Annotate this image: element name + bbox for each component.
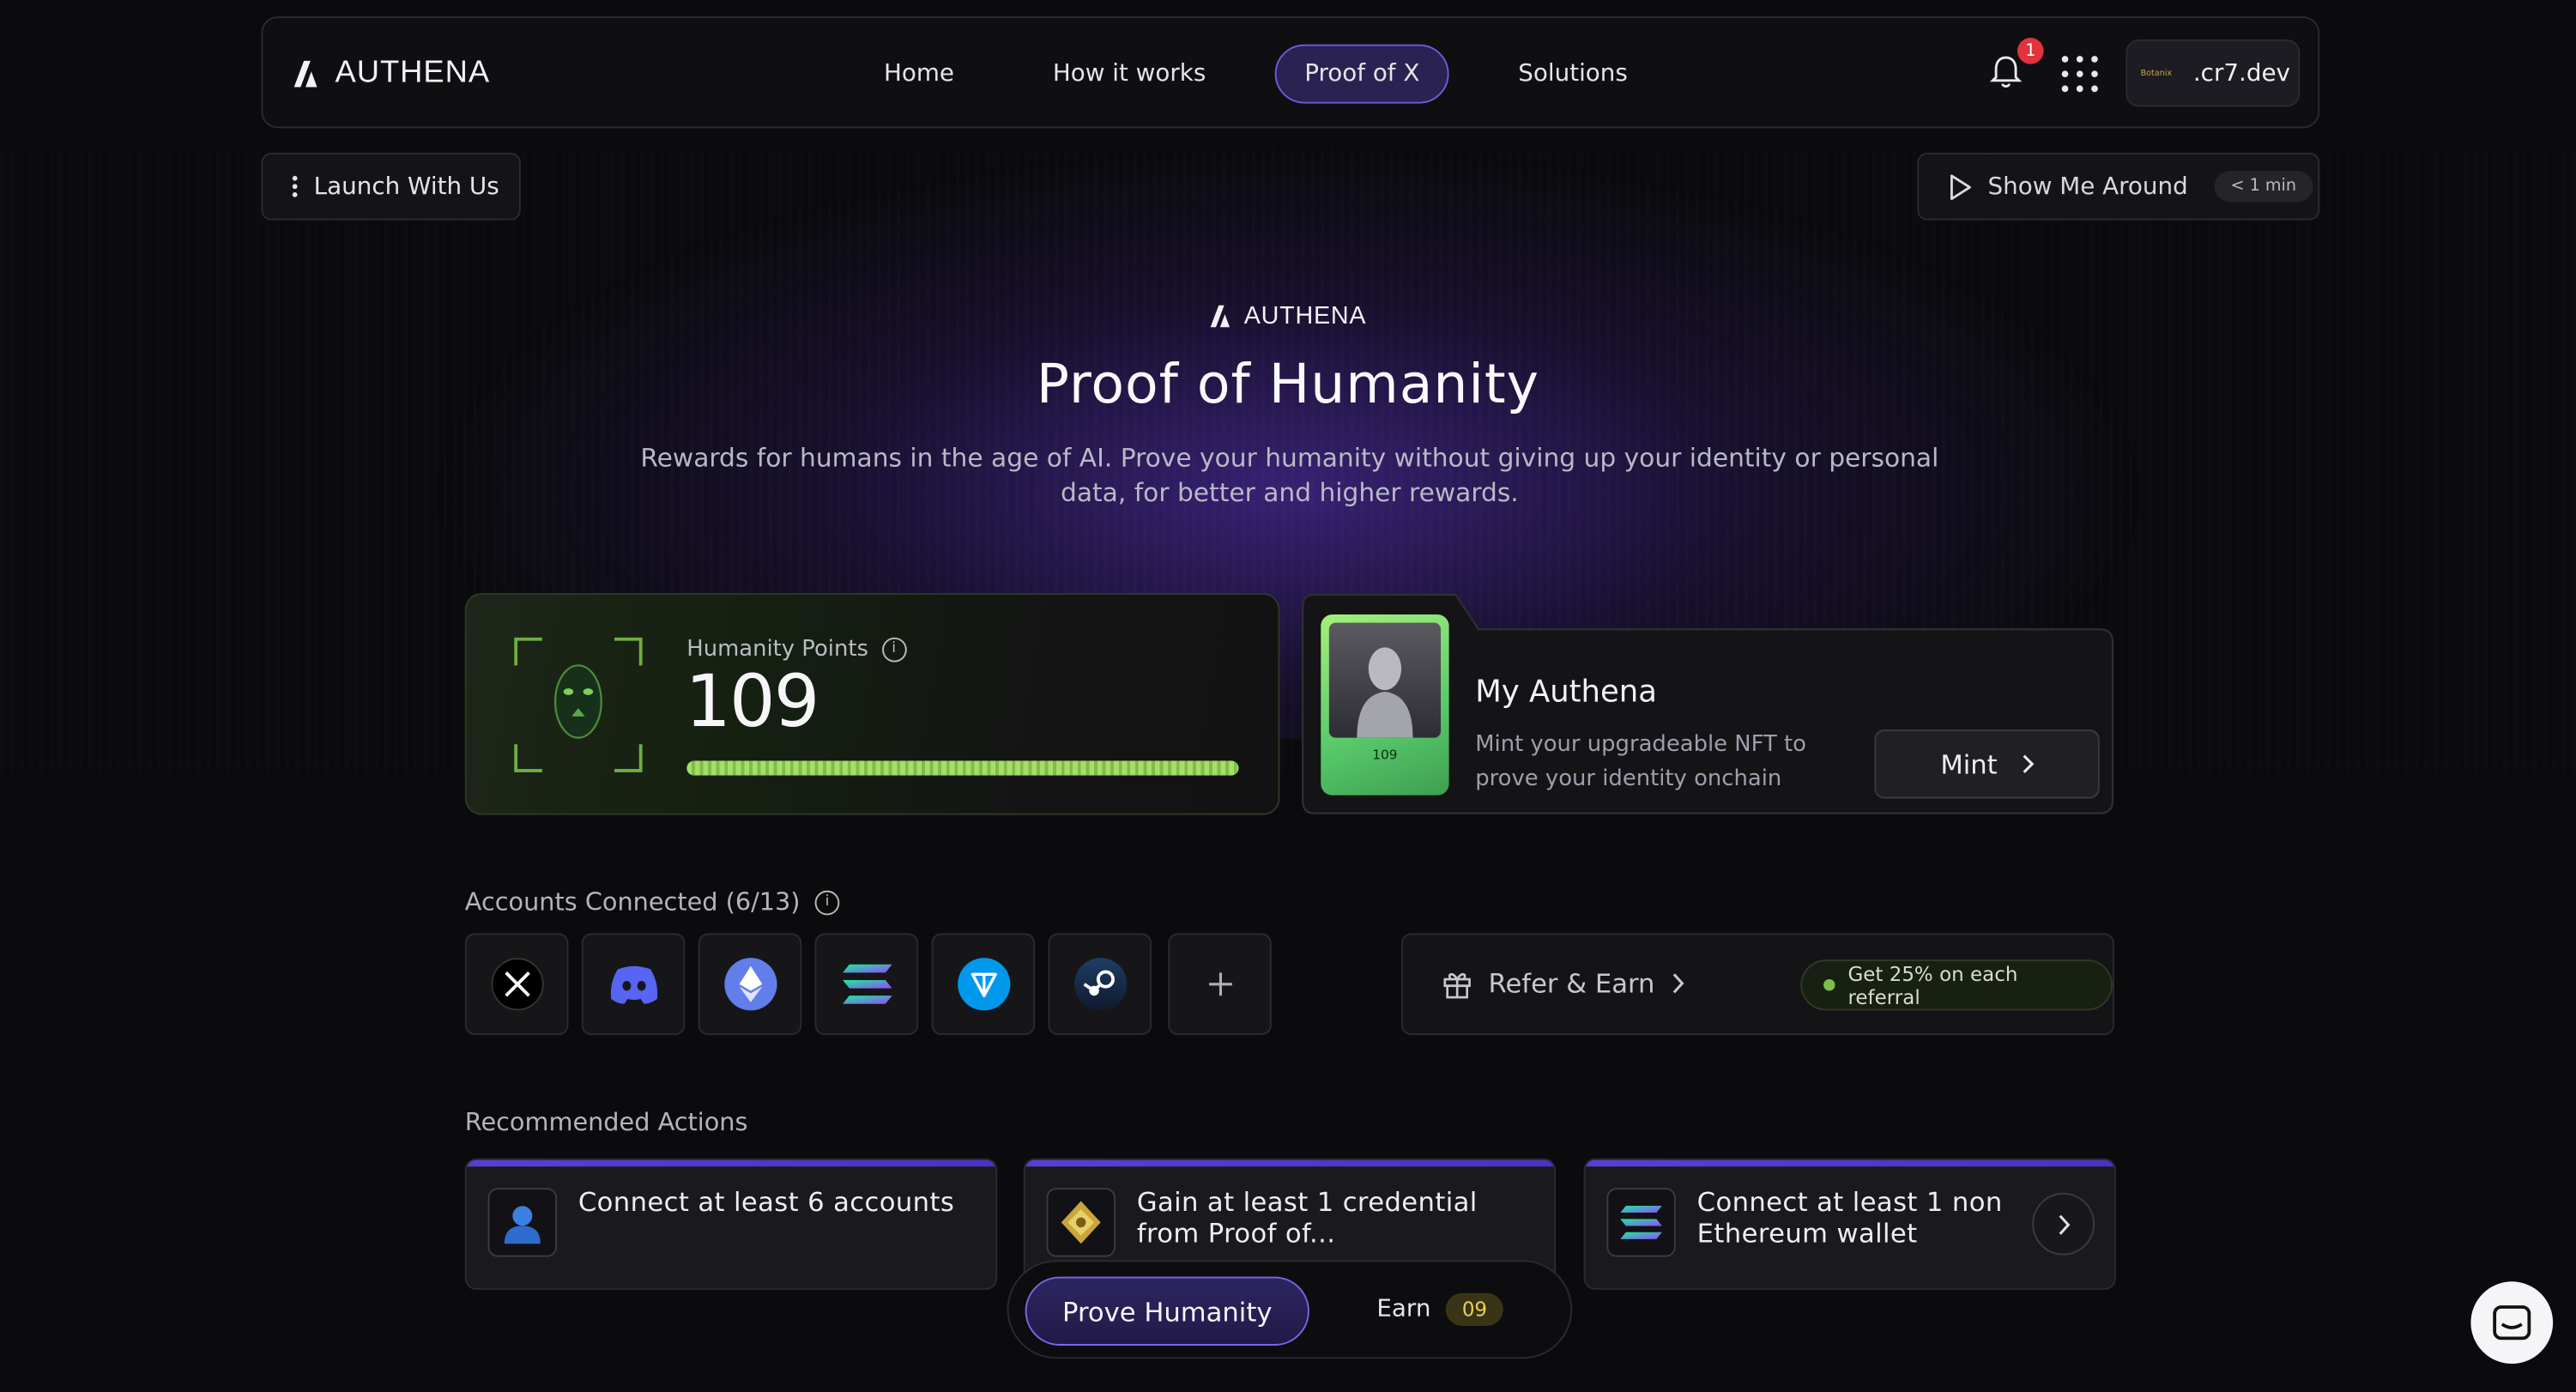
chat-icon (2493, 1305, 2531, 1341)
ethereum-icon (723, 958, 777, 1011)
add-account-button[interactable] (1168, 933, 1272, 1036)
earn-tab[interactable]: Earn 09 (1376, 1292, 1504, 1327)
nav-link-home[interactable]: Home (855, 45, 984, 104)
refer-label: Refer & Earn (1488, 967, 1655, 1000)
recommended-action-text: Connect at least 1 non Ethereum wallet (1696, 1186, 2003, 1250)
chat-support-button[interactable] (2470, 1281, 2554, 1365)
status-dot (1823, 979, 1835, 991)
humanity-points-value: 109 (685, 660, 819, 745)
nav-link-how-it-works[interactable]: How it works (1023, 45, 1235, 104)
gift-icon (1443, 972, 1471, 998)
user-icon (487, 1188, 558, 1257)
x-icon (490, 958, 543, 1011)
page-subtitle: Rewards for humans in the age of AI. Pro… (640, 443, 1939, 508)
humanity-points-progress-fill (686, 760, 1239, 776)
apps-grid-icon[interactable] (2061, 56, 2098, 93)
chevron-right-icon (1673, 973, 1684, 994)
humanity-points-progress (686, 760, 1239, 776)
account-tile-discord[interactable] (581, 933, 686, 1036)
recommended-action-card[interactable]: Connect at least 6 accounts (464, 1158, 998, 1290)
bottom-dock: Prove Humanity Earn 09 (1007, 1260, 1573, 1359)
discord-icon (609, 965, 657, 1004)
nft-preview: 109 (1321, 614, 1449, 796)
plus-icon (1208, 972, 1231, 996)
recommended-action-text: Gain at least 1 credential from Proof of… (1136, 1186, 1478, 1250)
brand-name: AUTHENA (335, 56, 491, 91)
earn-label: Earn (1376, 1296, 1431, 1323)
chevron-right-icon (2059, 1213, 2071, 1234)
launch-label: Launch With Us (313, 172, 499, 200)
nft-description: Mint your upgradeable NFT to prove your … (1475, 730, 1806, 792)
nft-title: My Authena (1475, 675, 1657, 711)
kebab-icon (292, 175, 298, 197)
launch-with-us-button[interactable]: Launch With Us (261, 153, 521, 221)
account-tile-ethereum[interactable] (698, 933, 802, 1036)
recommended-action-card[interactable]: Connect at least 1 non Ethereum wallet (1583, 1158, 2116, 1290)
solana-icon (1606, 1188, 1676, 1257)
bell-icon[interactable] (1989, 54, 2023, 90)
info-icon[interactable]: i (881, 636, 906, 662)
page-title: Proof of Humanity (1036, 351, 1539, 416)
account-chain-chip: Botanix (2140, 68, 2173, 78)
recommended-actions-title: Recommended Actions (464, 1107, 748, 1137)
next-arrow-button[interactable] (2032, 1192, 2095, 1256)
nav-link-solutions[interactable]: Solutions (1489, 45, 1657, 104)
humanity-points-label-text: Humanity Points (686, 635, 868, 663)
credential-badge-icon (1046, 1188, 1116, 1257)
account-name: .cr7.dev (2192, 59, 2290, 87)
prove-humanity-button[interactable]: Prove Humanity (1025, 1276, 1309, 1346)
notification-badge: 1 (2017, 38, 2044, 64)
accounts-connected-heading: Accounts Connected (6/13) i (465, 887, 840, 917)
account-tile-x[interactable] (464, 933, 569, 1036)
account-tile-solana[interactable] (814, 933, 919, 1036)
referral-reward-pill: Get 25% on each referral (1800, 959, 2113, 1011)
info-icon[interactable]: i (814, 889, 840, 915)
nav-links: Home How it works Proof of X Solutions (855, 44, 1697, 104)
accounts-connected-title: Accounts Connected (6/13) (464, 887, 801, 917)
refer-label-group: Refer & Earn (1442, 968, 1684, 999)
recommended-action-text: Connect at least 6 accounts (577, 1186, 955, 1218)
authena-logo-icon (293, 60, 317, 88)
tour-duration: < 1 min (2214, 171, 2313, 203)
ton-icon (957, 958, 1010, 1011)
account-tile-ton[interactable] (931, 933, 1036, 1036)
page: AUTHENA Home How it works Proof of X Sol… (0, 0, 2576, 1365)
solana-icon (842, 964, 892, 1004)
referral-reward-text: Get 25% on each referral (1847, 961, 2018, 1008)
show-me-around-button[interactable]: Show Me Around < 1 min (1917, 153, 2320, 221)
top-nav: AUTHENA Home How it works Proof of X Sol… (261, 16, 2320, 129)
account-button[interactable]: Botanix .cr7.dev (2126, 39, 2301, 107)
steam-icon (1073, 958, 1127, 1011)
nav-link-proof-of-x[interactable]: Proof of X (1274, 44, 1449, 104)
humanity-points-card: Humanity Points i 109 (464, 593, 1280, 815)
account-tile-steam[interactable] (1048, 933, 1152, 1036)
chevron-right-icon (2023, 754, 2034, 773)
face-scan-icon (514, 637, 643, 772)
my-authena-card: 109 My Authena Mint your upgradeable NFT… (1301, 593, 2114, 814)
play-icon (1950, 173, 1971, 200)
refer-and-earn-card[interactable]: Refer & Earn Get 25% on each referral (1401, 933, 2114, 1036)
authena-logo-icon (1211, 305, 1231, 328)
brand-logo[interactable]: AUTHENA (293, 56, 490, 92)
earn-count-badge: 09 (1445, 1292, 1504, 1327)
hero-brand-name: AUTHENA (1243, 302, 1367, 330)
hero-brand: AUTHENA (0, 302, 2576, 330)
tour-label: Show Me Around (1987, 172, 2188, 200)
nft-number: 109 (1372, 747, 1398, 763)
humanity-points-label: Humanity Points i (686, 636, 906, 663)
nft-statue-image (1328, 622, 1442, 738)
mint-label: Mint (1940, 748, 1998, 780)
mint-button[interactable]: Mint (1874, 729, 2100, 799)
